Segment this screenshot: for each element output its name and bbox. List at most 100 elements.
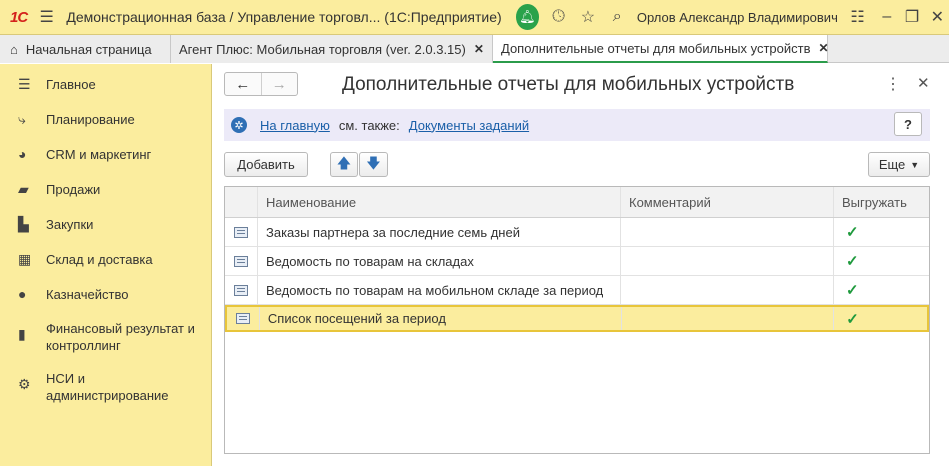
tasks-documents-link[interactable]: Документы заданий <box>409 118 529 133</box>
minimize-window-icon[interactable]: – <box>875 4 898 30</box>
column-header-comment[interactable]: Комментарий <box>621 187 834 217</box>
more-button-label: Еще <box>878 157 906 172</box>
restore-window-icon[interactable]: ❐ <box>900 4 923 30</box>
chevron-down-icon: ▼ <box>910 159 920 170</box>
home-icon: ⌂ <box>10 41 18 57</box>
row-export[interactable]: ✓ <box>834 307 927 330</box>
row-name: Список посещений за период <box>260 307 622 330</box>
search-icon[interactable]: ⌕ <box>606 4 629 30</box>
row-icon-cell <box>225 276 258 304</box>
row-icon-cell <box>225 218 258 246</box>
sidebar-item-treasury[interactable]: ● Казначейство <box>0 286 136 303</box>
history-nav: ← → <box>224 72 298 96</box>
table-row[interactable]: Заказы партнера за последние семь дней ✓ <box>225 218 929 247</box>
checkmark-icon: ✓ <box>846 253 859 270</box>
report-icon <box>234 226 248 238</box>
row-name: Ведомость по товарам на мобильном складе… <box>258 276 621 304</box>
table-header: Наименование Комментарий Выгружать <box>225 187 929 218</box>
gear-icon: ⚙ <box>18 376 31 392</box>
close-window-icon[interactable]: ✕ <box>926 4 949 30</box>
row-export[interactable]: ✓ <box>834 247 927 275</box>
report-icon <box>235 313 250 324</box>
close-tab-icon[interactable]: ✕ <box>818 41 828 55</box>
title-bar: 1С ☰ Демонстрационная база / Управление … <box>0 0 949 35</box>
history-icon[interactable]: 🕓︎ <box>547 4 570 30</box>
settings-sliders-icon[interactable]: ☷ <box>846 4 869 30</box>
arrow-down-icon: 🡇 <box>366 154 381 171</box>
row-icon-cell <box>227 307 260 330</box>
menu-lines-icon: ☰ <box>18 76 31 92</box>
checkmark-icon: ✓ <box>846 310 859 328</box>
info-bar: ✲ На главную см. также: Документы задани… <box>224 109 930 141</box>
row-comment <box>621 218 834 246</box>
table-row-selected[interactable]: Список посещений за период ✓ <box>225 305 929 332</box>
column-header-export[interactable]: Выгружать <box>834 187 927 217</box>
move-up-button[interactable]: 🡅 <box>330 152 358 177</box>
table-row[interactable]: Ведомость по товарам на складах ✓ <box>225 247 929 276</box>
planning-icon: ⤷ <box>18 111 26 127</box>
sidebar-item-label: Закупки <box>46 217 94 232</box>
warehouse-icon: ▦ <box>18 251 32 267</box>
arrow-up-icon: 🡅 <box>336 154 352 171</box>
more-button[interactable]: Еще ▼ <box>868 152 930 177</box>
reports-table: Наименование Комментарий Выгружать Заказ… <box>224 186 930 454</box>
sidebar-item-purchases[interactable]: ▙ Закупки <box>0 216 101 233</box>
table-row[interactable]: Ведомость по товарам на мобильном складе… <box>225 276 929 305</box>
add-button[interactable]: Добавить <box>224 152 308 177</box>
row-export[interactable]: ✓ <box>834 276 927 304</box>
row-comment <box>622 307 835 330</box>
sidebar-item-label: Главное <box>46 77 96 92</box>
row-export[interactable]: ✓ <box>834 218 927 246</box>
bar-chart-icon: ▮ <box>18 326 26 342</box>
ruble-coin-icon: ● <box>18 286 27 302</box>
close-form-icon[interactable]: ✕ <box>917 74 930 92</box>
tab-label: Начальная страница <box>25 41 152 57</box>
home-link[interactable]: На главную <box>260 118 330 133</box>
shopping-bag-icon: ▰ <box>18 181 29 197</box>
sidebar-item-warehouse[interactable]: ▦ Склад и доставка <box>0 251 161 268</box>
gear-icon[interactable]: ✲ <box>231 117 247 133</box>
sidebar-item-main[interactable]: ☰ Главное <box>0 76 104 93</box>
tab-home[interactable]: ⌂ Начальная страница <box>0 35 171 63</box>
sidebar-item-crm[interactable]: ◕ CRM и маркетинг <box>0 146 159 163</box>
row-comment <box>621 247 834 275</box>
row-comment <box>621 276 834 304</box>
sidebar-item-admin[interactable]: ⚙ НСИ и администрирование <box>0 370 184 404</box>
cart-icon: ▙ <box>18 216 29 232</box>
sidebar-item-label: CRM и маркетинг <box>46 147 152 162</box>
close-tab-icon[interactable]: ✕ <box>474 42 484 56</box>
current-user[interactable]: Орлов Александр Владимирович <box>637 10 838 25</box>
forward-arrow-icon[interactable]: → <box>260 73 298 95</box>
sidebar-item-label: Планирование <box>46 112 135 127</box>
tab-agent-plus[interactable]: Агент Плюс: Мобильная торговля (ver. 2.0… <box>171 35 493 63</box>
checkmark-icon: ✓ <box>846 224 859 241</box>
notifications-bell-icon[interactable]: 🔔︎ <box>515 4 539 30</box>
more-vertical-icon[interactable]: ⋮ <box>885 74 901 94</box>
checkmark-icon: ✓ <box>846 282 859 299</box>
app-logo: 1С <box>10 8 28 26</box>
hamburger-menu-icon[interactable]: ☰ <box>35 4 58 30</box>
back-arrow-icon[interactable]: ← <box>225 73 261 95</box>
tab-bar: ⌂ Начальная страница Агент Плюс: Мобильн… <box>0 35 949 63</box>
sidebar-item-label: Склад и доставка <box>46 252 153 267</box>
favorites-star-icon[interactable]: ☆ <box>576 4 599 30</box>
pie-chart-icon: ◕ <box>18 146 27 162</box>
sidebar-item-label: НСИ и администрирование <box>46 371 169 403</box>
row-name: Заказы партнера за последние семь дней <box>258 218 621 246</box>
report-icon <box>234 284 248 296</box>
window-title: Демонстрационная база / Управление торго… <box>66 9 502 25</box>
sidebar-item-planning[interactable]: ⤷ Планирование <box>0 111 143 128</box>
sidebar-item-label: Продажи <box>46 182 101 197</box>
row-name: Ведомость по товарам на складах <box>258 247 621 275</box>
sidebar-item-label: Казначейство <box>46 287 129 302</box>
help-button[interactable]: ? <box>894 112 922 136</box>
sidebar-item-finance[interactable]: ▮ Финансовый результат и контроллинг <box>0 320 209 354</box>
see-also-label: см. также: <box>338 117 400 133</box>
report-icon <box>234 255 248 267</box>
sidebar-item-sales[interactable]: ▰ Продажи <box>0 181 108 198</box>
form-area: ← → Дополнительные отчеты для мобильных … <box>213 64 949 466</box>
column-header-name[interactable]: Наименование <box>258 187 621 217</box>
tab-label: Дополнительные отчеты для мобильных устр… <box>501 40 811 56</box>
move-down-button[interactable]: 🡇 <box>359 152 388 177</box>
tab-mobile-reports[interactable]: Дополнительные отчеты для мобильных устр… <box>493 35 829 63</box>
